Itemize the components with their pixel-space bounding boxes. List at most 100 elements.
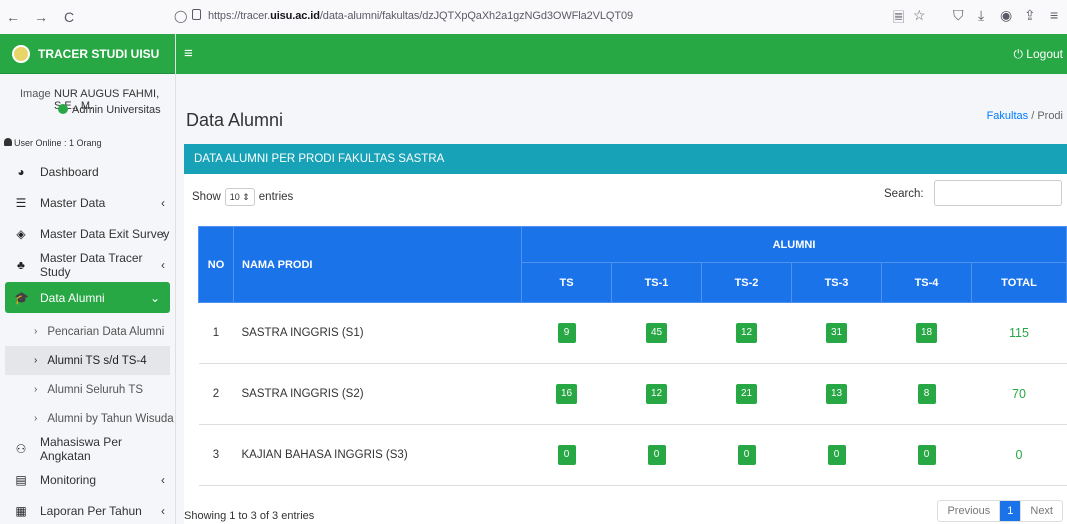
chevron-right-icon: › — [34, 413, 38, 424]
chevron-right-icon: › — [34, 355, 38, 366]
reload-icon[interactable]: C — [62, 9, 76, 25]
col-ts[interactable]: TS — [521, 262, 612, 303]
chevron-left-icon: ‹ — [161, 257, 165, 272]
table-row: 1 SASTRA INGGRIS (S1) 9 45 12 31 18 115 — [198, 302, 1067, 364]
count-badge[interactable]: 9 — [557, 323, 576, 343]
count-badge[interactable]: 0 — [557, 445, 576, 465]
sidebar-item-data-alumni[interactable]: 🎓 Data Alumni ⌄ — [5, 282, 170, 313]
logout-button[interactable]: ⏻ Logout — [1013, 47, 1063, 62]
database-icon: ☰ — [15, 195, 27, 210]
table-row: 2 SASTRA INGGRIS (S2) 16 12 21 13 8 70 — [198, 363, 1067, 425]
count-badge[interactable]: 8 — [917, 384, 936, 404]
count-badge[interactable]: 12 — [735, 323, 758, 343]
cell-ts-1: 12 — [611, 363, 702, 425]
col-group-alumni: ALUMNI — [521, 226, 1067, 263]
count-badge[interactable]: 0 — [737, 445, 756, 465]
count-badge[interactable]: 16 — [555, 384, 578, 404]
card-header: DATA ALUMNI PER PRODI FAKULTAS SASTRA — [184, 144, 1067, 174]
lock-icon[interactable] — [192, 9, 201, 20]
shield-icon[interactable]: ◯ — [174, 9, 187, 23]
cell-prodi: SASTRA INGGRIS (S2) — [233, 363, 522, 425]
content-wrapper: Data Alumni Fakultas / Prodi DATA ALUMNI… — [176, 74, 1067, 524]
reader-view-icon[interactable]: 🗏 — [893, 7, 904, 31]
forward-icon[interactable]: → — [34, 9, 48, 25]
col-nama-prodi[interactable]: NAMA PRODI — [233, 226, 522, 303]
cell-ts: 9 — [521, 302, 612, 364]
count-badge[interactable]: 18 — [915, 323, 938, 343]
pagination-previous[interactable]: Previous — [938, 501, 1001, 521]
sidebar-subitem-alumni-ts[interactable]: › Alumni TS s/d TS-4 — [5, 346, 170, 375]
sidebar-item-label: Monitoring — [40, 472, 97, 487]
cell-ts: 16 — [521, 363, 612, 425]
count-badge[interactable]: 12 — [645, 384, 668, 404]
pagination-page-1[interactable]: 1 — [1000, 501, 1022, 521]
users-icon: ⚇ — [15, 441, 27, 456]
search-input[interactable] — [934, 180, 1062, 206]
sidebar-item-label: Laporan Per Tahun — [40, 503, 142, 518]
table-row: 3 KAJIAN BAHASA INGGRIS (S3) 0 0 0 0 0 0 — [198, 424, 1067, 486]
count-badge[interactable]: 13 — [825, 384, 848, 404]
cell-ts-3: 0 — [791, 424, 882, 486]
download-icon[interactable]: ⤓ — [978, 7, 984, 24]
bookmark-star-icon[interactable]: ☆ — [913, 7, 926, 24]
calendar-icon: ▦ — [15, 503, 27, 518]
url-domain: uisu.ac.id — [270, 10, 320, 22]
sidebar-item-master-data-exit-survey[interactable]: ◈ Master Data Exit Survey ‹ — [0, 218, 175, 249]
survey-icon: ◈ — [16, 226, 26, 241]
app-menu-icon[interactable]: ≡ — [1050, 7, 1058, 23]
pocket-icon[interactable]: ⛉ — [953, 7, 964, 24]
sidebar-subitem-label: Alumni Seluruh TS — [47, 383, 144, 396]
hamburger-menu-icon[interactable]: ≡ — [184, 45, 193, 62]
sidebar-item-label: Master Data Exit Survey — [40, 226, 170, 241]
count-badge[interactable]: 31 — [825, 323, 848, 343]
extensions-icon[interactable]: ⇪ — [1024, 7, 1036, 24]
col-no[interactable]: NO — [198, 226, 234, 303]
chevron-left-icon: ‹ — [161, 226, 165, 241]
cell-ts-2: 0 — [701, 424, 792, 486]
col-ts-2[interactable]: TS-2 — [701, 262, 792, 303]
chevron-left-icon: ‹ — [161, 503, 165, 518]
user-panel: Image NUR AUGUS FAHMI, S.E., M. Admin Un… — [0, 74, 175, 130]
sidebar-item-master-data[interactable]: ☰ Master Data ‹ — [0, 187, 175, 218]
breadcrumb-current: Prodi — [1037, 110, 1063, 122]
cell-ts-4: 0 — [881, 424, 972, 486]
sidebar-subitem-pencarian[interactable]: › Pencarian Data Alumni — [0, 317, 175, 346]
cell-ts-1: 0 — [611, 424, 702, 486]
address-bar[interactable]: https://tracer.uisu.ac.id/data-alumni/fa… — [208, 10, 633, 22]
back-icon[interactable]: ← — [6, 9, 20, 25]
brand-link[interactable]: TRACER STUDI UISU — [0, 34, 175, 74]
sidebar-item-monitoring[interactable]: ▤ Monitoring ‹ — [0, 464, 175, 495]
breadcrumb-link-fakultas[interactable]: Fakultas — [987, 110, 1029, 122]
user-role: Admin Universitas — [58, 104, 161, 116]
account-icon[interactable]: ◉ — [1000, 7, 1012, 24]
count-badge[interactable]: 0 — [917, 445, 936, 465]
sidebar-item-laporan-per-tahun[interactable]: ▦ Laporan Per Tahun ‹ — [0, 495, 175, 524]
browser-toolbar: ← → C ◯ https://tracer.uisu.ac.id/data-a… — [0, 0, 1067, 34]
table-info: Showing 1 to 3 of 3 entries — [184, 510, 315, 522]
cell-no: 1 — [198, 302, 234, 364]
sidebar-item-master-data-tracer-study[interactable]: ♣ Master Data Tracer Study ‹ — [0, 249, 175, 280]
sidebar-item-dashboard[interactable]: ◕ Dashboard — [0, 156, 175, 187]
cell-ts-3: 31 — [791, 302, 882, 364]
chevron-right-icon: › — [34, 384, 38, 395]
count-badge[interactable]: 21 — [735, 384, 758, 404]
sidebar-subitem-label: Pencarian Data Alumni — [47, 325, 165, 338]
sidebar-item-mahasiswa-per-angkatan[interactable]: ⚇ Mahasiswa Per Angkatan — [0, 433, 175, 464]
pagination-next[interactable]: Next — [1021, 501, 1062, 521]
sidebar-subitem-alumni-seluruh[interactable]: › Alumni Seluruh TS — [0, 375, 175, 404]
dashboard-icon: ◕ — [17, 164, 25, 179]
col-ts-1[interactable]: TS-1 — [611, 262, 702, 303]
count-badge[interactable]: 45 — [645, 323, 668, 343]
col-ts-4[interactable]: TS-4 — [881, 262, 972, 303]
count-badge[interactable]: 0 — [647, 445, 666, 465]
show-label: Show — [192, 191, 221, 204]
count-badge[interactable]: 0 — [827, 445, 846, 465]
sidebar-subitem-alumni-tahun-wisuda[interactable]: › Alumni by Tahun Wisuda — [0, 404, 175, 433]
entries-select[interactable]: 10 ⇕ — [224, 188, 255, 206]
user-role-label: Admin Universitas — [72, 104, 161, 116]
breadcrumb: Fakultas / Prodi — [987, 110, 1063, 122]
col-total[interactable]: TOTAL — [971, 262, 1067, 303]
sidebar-subitem-label: Alumni TS s/d TS-4 — [47, 354, 147, 367]
tracer-icon: ♣ — [16, 257, 25, 272]
col-ts-3[interactable]: TS-3 — [791, 262, 882, 303]
